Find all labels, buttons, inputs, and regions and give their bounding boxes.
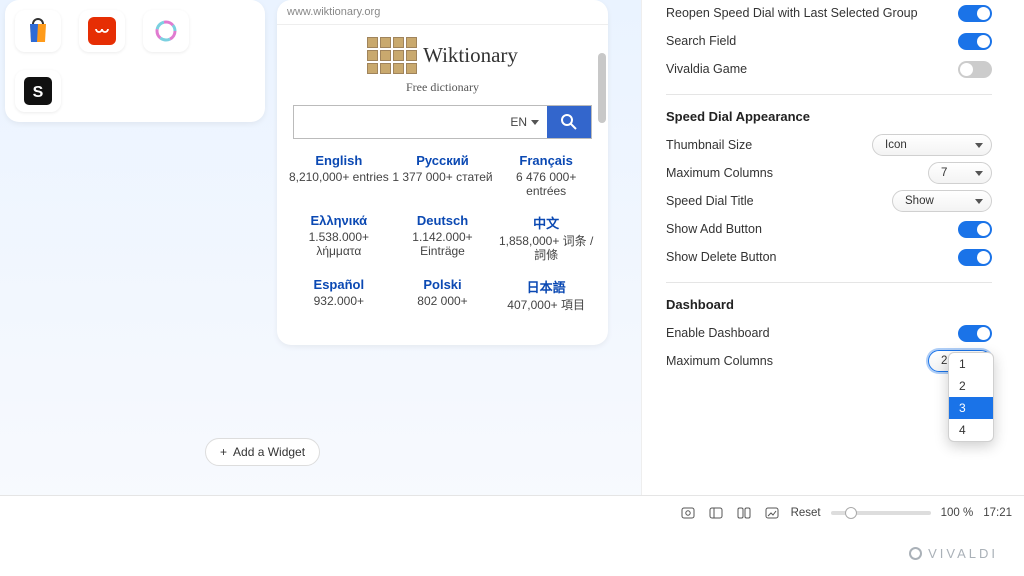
- search-input[interactable]: [294, 106, 502, 138]
- setting-show-delete-button-label: Show Delete Button: [666, 250, 777, 264]
- language-selector-label: EN: [510, 115, 527, 129]
- zoom-reset[interactable]: Reset: [791, 507, 821, 519]
- image-toggle-icon[interactable]: [763, 504, 781, 522]
- lang-item[interactable]: Deutsch1.142.000+ Einträge: [391, 213, 495, 263]
- wiktionary-logo-icon: [367, 37, 417, 74]
- brand-label: VIVALDI: [928, 546, 998, 561]
- dropdown-option-1[interactable]: 1: [949, 353, 993, 375]
- vivaldi-brand: VIVALDI: [909, 546, 998, 561]
- setting-thumbnail-size-label: Thumbnail Size: [666, 138, 752, 152]
- toggle-show-delete-button[interactable]: [958, 249, 992, 266]
- vivaldi-logo-icon: [909, 547, 922, 560]
- heading-dashboard: Dashboard: [666, 297, 992, 312]
- wiktionary-language-grid: English8,210,000+ entries Русский1 377 0…: [287, 153, 598, 312]
- brand-bar: VIVALDI: [0, 530, 1024, 576]
- shopping-bag-icon: [27, 18, 49, 44]
- dropdown-option-4[interactable]: 4: [949, 419, 993, 441]
- aliexpress-icon: [88, 17, 116, 45]
- heading-speed-dial-appearance: Speed Dial Appearance: [666, 109, 992, 124]
- language-selector[interactable]: EN: [502, 106, 547, 138]
- setting-enable-dashboard-label: Enable Dashboard: [666, 326, 770, 340]
- plus-icon: +: [220, 445, 227, 459]
- dropdown-option-2[interactable]: 2: [949, 375, 993, 397]
- chevron-down-icon: [531, 120, 539, 125]
- toggle-enable-dashboard[interactable]: [958, 325, 992, 342]
- scrollbar-handle[interactable]: [598, 53, 606, 123]
- toggle-vivaldia-game[interactable]: [958, 61, 992, 78]
- s-square-icon: S: [24, 77, 52, 105]
- app-tile-s-square[interactable]: S: [15, 70, 61, 112]
- setting-vivaldia-game-label: Vivaldia Game: [666, 62, 747, 76]
- setting-max-columns-db-label: Maximum Columns: [666, 354, 773, 368]
- lang-item[interactable]: 日本語407,000+ 項目: [494, 277, 598, 312]
- setting-search-field-label: Search Field: [666, 34, 736, 48]
- lang-item[interactable]: Polski802 000+: [391, 277, 495, 312]
- setting-speed-dial-title-label: Speed Dial Title: [666, 194, 754, 208]
- select-speed-dial-title[interactable]: Show: [892, 190, 992, 212]
- wiktionary-title: Wiktionary: [423, 43, 518, 68]
- wiktionary-body: Wiktionary Free dictionary EN English8,2…: [277, 25, 608, 343]
- swirl-icon: [153, 18, 179, 44]
- setting-max-columns-sd-label: Maximum Columns: [666, 166, 773, 180]
- toggle-reopen-speed-dial[interactable]: [958, 5, 992, 22]
- lang-item[interactable]: 中文1,858,000+ 词条 / 詞條: [494, 213, 598, 263]
- chevron-down-icon: [975, 171, 983, 176]
- zoom-slider[interactable]: [831, 511, 931, 515]
- wiktionary-search: EN: [293, 105, 592, 139]
- tiling-icon[interactable]: [735, 504, 753, 522]
- zoom-slider-thumb[interactable]: [845, 507, 857, 519]
- app-tile-swirl[interactable]: [143, 10, 189, 52]
- speed-dial-grid: S: [5, 0, 265, 122]
- status-bar: Reset 100 % 17:21: [0, 495, 1024, 530]
- select-max-columns-sd[interactable]: 7: [928, 162, 992, 184]
- app-tile-shopping[interactable]: [15, 10, 61, 52]
- lang-item[interactable]: English8,210,000+ entries: [287, 153, 391, 199]
- clock: 17:21: [983, 507, 1012, 519]
- add-widget-label: Add a Widget: [233, 445, 305, 459]
- lang-item[interactable]: Español932.000+: [287, 277, 391, 312]
- setting-reopen-speed-dial-label: Reopen Speed Dial with Last Selected Gro…: [666, 6, 918, 20]
- add-widget-button[interactable]: + Add a Widget: [205, 438, 320, 466]
- select-thumbnail-size[interactable]: Icon: [872, 134, 992, 156]
- toggle-search-field[interactable]: [958, 33, 992, 50]
- dropdown-option-3[interactable]: 3: [949, 397, 993, 419]
- panel-toggle-icon[interactable]: [707, 504, 725, 522]
- dropdown-max-columns-db: 1 2 3 4: [948, 352, 994, 442]
- settings-panel: Reopen Speed Dial with Last Selected Gro…: [641, 0, 1024, 495]
- capture-icon[interactable]: [679, 504, 697, 522]
- lang-item[interactable]: Русский1 377 000+ статей: [391, 153, 495, 199]
- chevron-down-icon: [975, 143, 983, 148]
- lang-item[interactable]: Français6 476 000+ entrées: [494, 153, 598, 199]
- wiktionary-subtitle: Free dictionary: [287, 80, 598, 95]
- app-tile-aliexpress[interactable]: [79, 10, 125, 52]
- svg-text:S: S: [33, 84, 44, 101]
- widget-url: www.wiktionary.org: [277, 0, 608, 25]
- search-icon: [560, 113, 578, 131]
- wiktionary-widget: www.wiktionary.org Wiktionary Free dicti…: [277, 0, 608, 345]
- toggle-show-add-button[interactable]: [958, 221, 992, 238]
- start-page-area: S www.wiktionary.org Wiktionary Free dic…: [0, 0, 641, 530]
- chevron-down-icon: [975, 199, 983, 204]
- setting-show-add-button-label: Show Add Button: [666, 222, 762, 236]
- zoom-percentage: 100 %: [941, 507, 974, 519]
- search-button[interactable]: [547, 106, 591, 138]
- lang-item[interactable]: Ελληνικά1.538.000+ λήμματα: [287, 213, 391, 263]
